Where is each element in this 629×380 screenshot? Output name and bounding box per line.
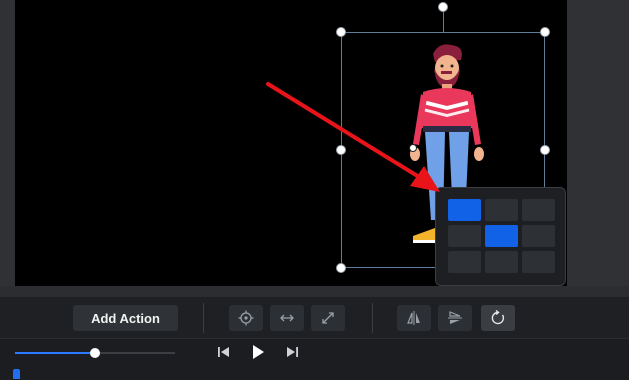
resize-button[interactable] — [311, 305, 345, 331]
toolbar-divider — [372, 303, 373, 333]
flip-vertical-button[interactable] — [438, 305, 472, 331]
playback-bar — [0, 338, 629, 380]
skip-forward-icon — [287, 347, 298, 357]
flip-horizontal-icon — [407, 311, 420, 325]
arrows-horizontal-icon — [280, 314, 294, 322]
flip-horizontal-button[interactable] — [397, 305, 431, 331]
move-horizontal-button[interactable] — [270, 305, 304, 331]
flip-vertical-icon — [448, 311, 462, 324]
skip-back-icon — [218, 347, 229, 357]
target-icon — [238, 310, 254, 326]
play-icon — [253, 345, 264, 359]
rotate-button[interactable] — [481, 305, 515, 331]
resize-diagonal-icon — [322, 312, 334, 324]
timeline-playhead[interactable] — [13, 369, 20, 379]
add-action-button[interactable]: Add Action — [73, 305, 178, 331]
target-button[interactable] — [229, 305, 263, 331]
play-button[interactable] — [249, 343, 267, 361]
skip-back-button[interactable] — [216, 343, 232, 361]
volume-slider-fill — [15, 352, 95, 354]
rotate-icon — [491, 310, 505, 325]
skip-forward-button[interactable] — [284, 343, 300, 361]
volume-slider-thumb[interactable] — [90, 348, 100, 358]
toolbar-divider — [203, 303, 204, 333]
